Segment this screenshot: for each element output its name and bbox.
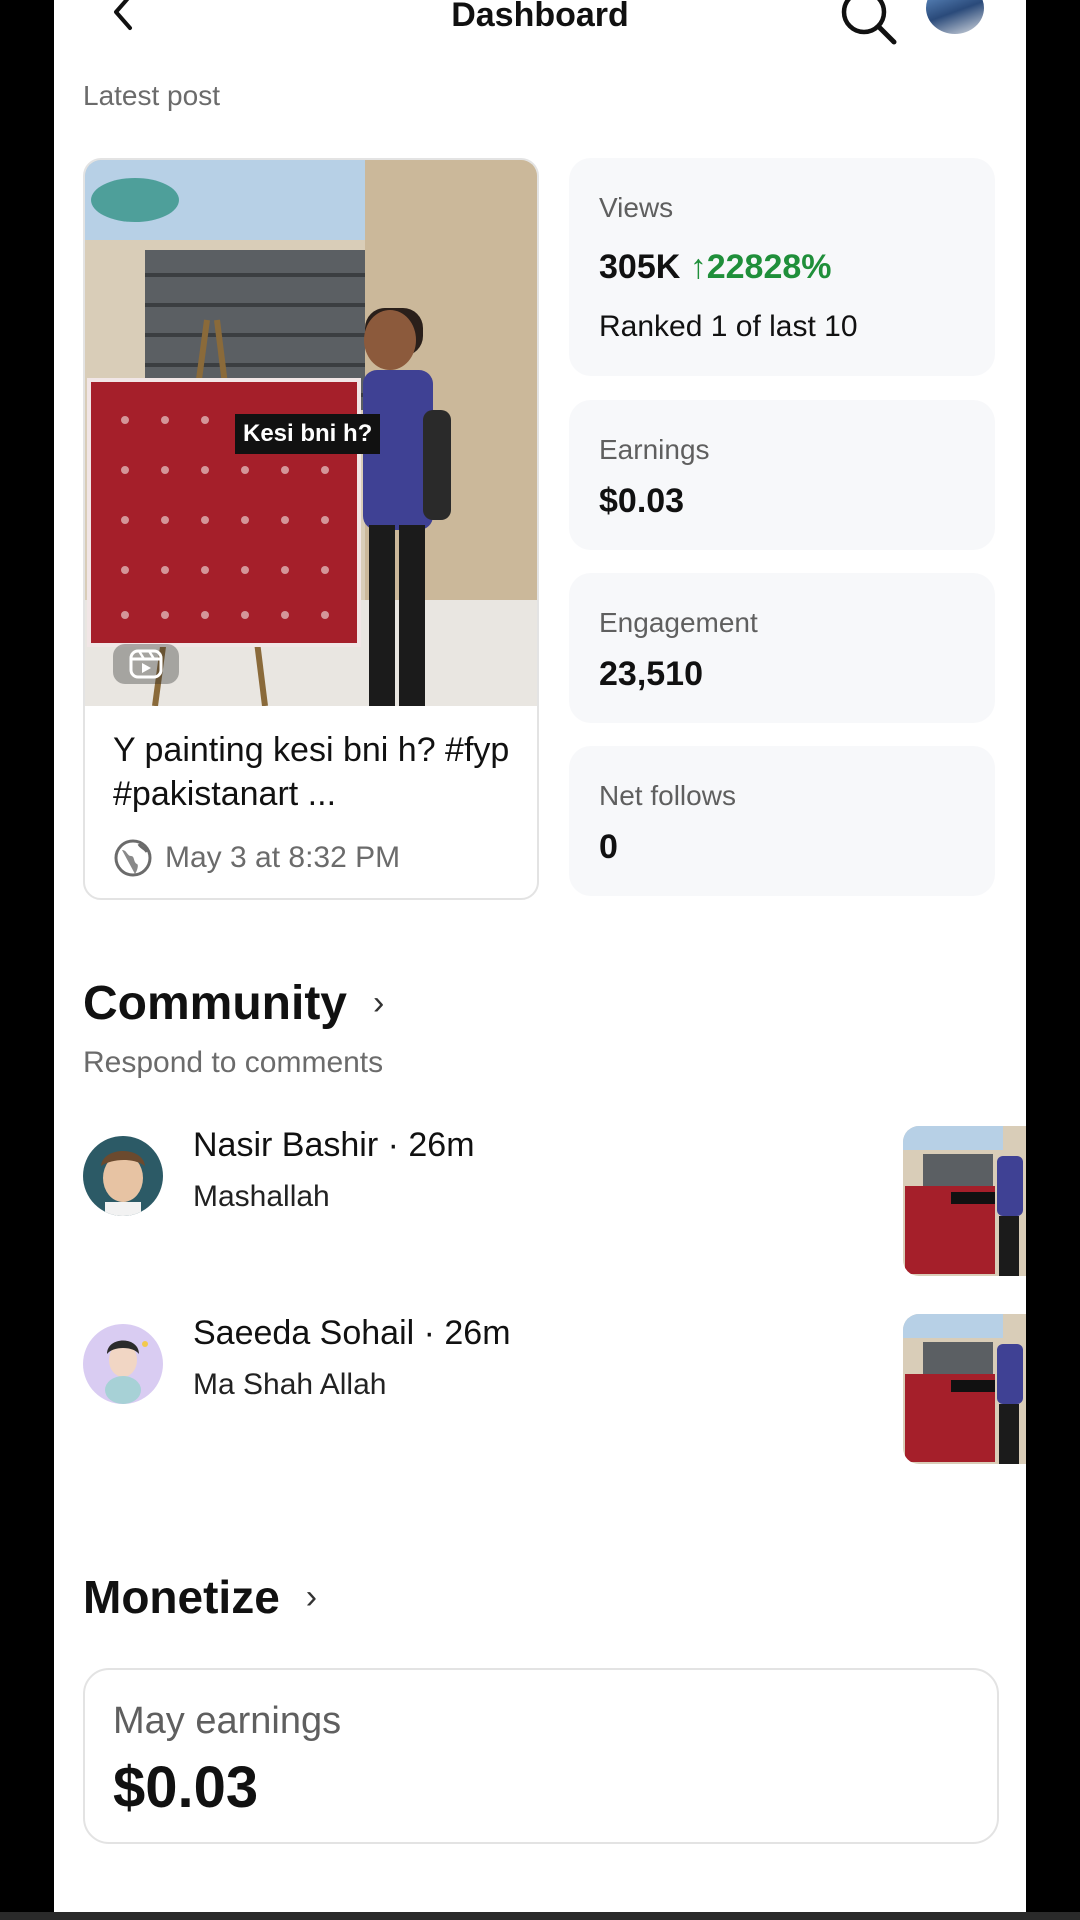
dashboard-screen: Dashboard ⌄ Latest post [54,0,1026,1912]
views-value: 305K ↑22828% [599,248,832,287]
comment-post-thumbnail[interactable] [903,1126,1026,1276]
avatar[interactable] [83,1324,163,1404]
search-icon[interactable] [838,0,898,46]
post-overlay-text: Kesi bni h? [235,414,381,454]
community-title: Community [83,977,347,1030]
engagement-card[interactable]: Engagement 23,510 [569,573,995,723]
comment-text: Mashallah [193,1180,330,1213]
comment-text: Ma Shah Allah [193,1368,387,1401]
monetize-header[interactable]: Monetize › [83,1570,317,1624]
views-label: Views [599,192,674,223]
net-follows-value: 0 [599,828,618,866]
list-item[interactable]: Nasir Bashir · 26m Mashallah [83,1126,1026,1286]
avatar[interactable] [83,1136,163,1216]
earnings-value: $0.03 [599,482,685,520]
net-follows-card[interactable]: Net follows 0 [569,746,995,896]
top-bar: Dashboard ⌄ [54,0,1026,45]
post-caption: Y painting kesi bni h? #fyp #pakistanart… [113,731,510,813]
views-rank: Ranked 1 of last 10 [599,310,858,343]
post-meta: May 3 at 8:32 PM [113,838,400,878]
earnings-card[interactable]: Earnings $0.03 [569,400,995,550]
community-header[interactable]: Community › [83,976,384,1031]
community-subtitle: Respond to comments [83,1046,384,1079]
engagement-label: Engagement [599,607,758,638]
views-number: 305K [599,248,681,286]
reel-icon [113,644,179,684]
latest-post-card[interactable]: Kesi bni h? Y painting kesi bni h? #fyp … [83,158,539,900]
engagement-value: 23,510 [599,655,703,693]
globe-icon [114,839,152,877]
comment-author: Nasir Bashir · 26m [193,1126,475,1164]
latest-post-label: Latest post [83,80,220,111]
system-bottom-bar [0,1912,1080,1920]
post-timestamp: May 3 at 8:32 PM [165,841,401,874]
list-item[interactable]: Saeeda Sohail · 26m Ma Shah Allah [83,1314,1026,1474]
earnings-card-value: $0.03 [113,1755,259,1820]
views-card[interactable]: Views 305K ↑22828% Ranked 1 of last 10 [569,158,995,376]
may-earnings-card[interactable]: May earnings $0.03 [83,1668,999,1844]
chevron-down-icon[interactable]: ⌄ [966,0,978,1]
earnings-label: Earnings [599,434,710,465]
monetize-title: Monetize [83,1571,280,1623]
comment-post-thumbnail[interactable] [903,1314,1026,1464]
chevron-right-icon: › [373,984,385,1022]
comment-author: Saeeda Sohail · 26m [193,1314,511,1352]
earnings-card-label: May earnings [113,1700,342,1742]
chevron-right-icon: › [305,1577,318,1616]
views-delta: ↑22828% [689,248,832,286]
net-follows-label: Net follows [599,780,736,811]
